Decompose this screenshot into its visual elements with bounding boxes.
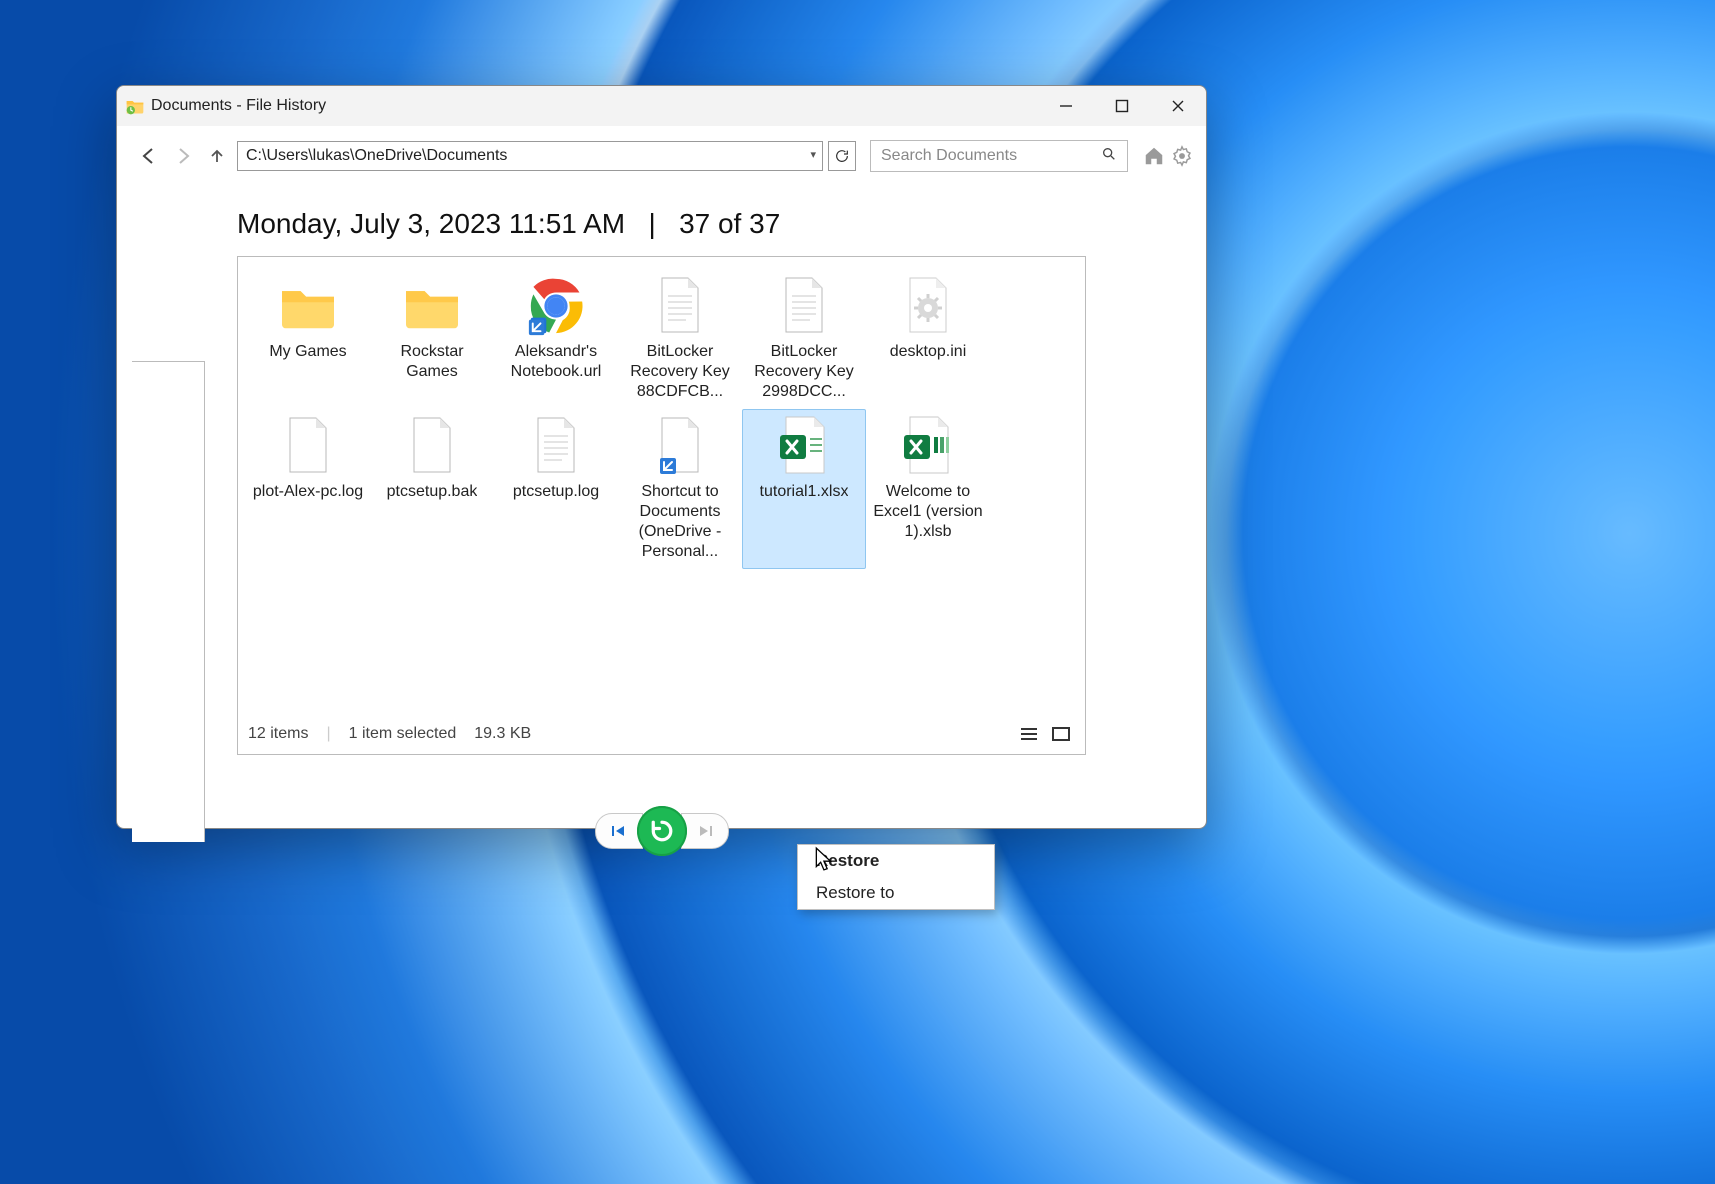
file-label: Welcome to Excel1 (version 1).xlsb bbox=[869, 482, 987, 542]
status-bar: 12 items | 1 item selected 19.3 KB bbox=[248, 722, 1075, 746]
file-item[interactable]: BitLocker Recovery Key 88CDFCB... bbox=[618, 269, 742, 409]
file-item[interactable]: Welcome to Excel1 (version 1).xlsb bbox=[866, 409, 990, 569]
file-icon bbox=[648, 274, 712, 338]
file-icon bbox=[400, 414, 464, 478]
file-label: desktop.ini bbox=[890, 342, 967, 362]
file-label: Shortcut to Documents (OneDrive - Person… bbox=[621, 482, 739, 562]
address-text: C:\Users\lukas\OneDrive\Documents bbox=[246, 147, 507, 165]
file-item[interactable]: BitLocker Recovery Key 2998DCC... bbox=[742, 269, 866, 409]
file-icon bbox=[524, 274, 588, 338]
refresh-button[interactable] bbox=[828, 141, 856, 171]
version-header: Monday, July 3, 2023 11:51 AM | 37 of 37 bbox=[117, 178, 1206, 256]
file-label: ptcsetup.bak bbox=[387, 482, 478, 502]
file-icon bbox=[772, 414, 836, 478]
file-icon bbox=[276, 274, 340, 338]
file-icon bbox=[400, 274, 464, 338]
details-view-button[interactable] bbox=[1015, 722, 1043, 746]
file-icon bbox=[896, 274, 960, 338]
address-bar[interactable]: C:\Users\lukas\OneDrive\Documents ▾ bbox=[237, 141, 823, 171]
navigation-toolbar: C:\Users\lukas\OneDrive\Documents ▾ Sear… bbox=[117, 126, 1206, 178]
menu-restore-to[interactable]: Restore to bbox=[798, 877, 994, 909]
file-history-window: Documents - File History C:\Users\lukas\… bbox=[116, 85, 1207, 829]
search-box[interactable]: Search Documents bbox=[870, 140, 1128, 172]
settings-icon[interactable] bbox=[1170, 144, 1194, 168]
file-item[interactable]: desktop.ini bbox=[866, 269, 990, 409]
titlebar[interactable]: Documents - File History bbox=[117, 86, 1206, 126]
file-item[interactable]: Aleksandr's Notebook.url bbox=[494, 269, 618, 409]
file-label: BitLocker Recovery Key 88CDFCB... bbox=[621, 342, 739, 402]
file-item[interactable]: tutorial1.xlsx bbox=[742, 409, 866, 569]
next-version-button[interactable] bbox=[681, 813, 729, 849]
window-title: Documents - File History bbox=[151, 97, 326, 115]
search-icon bbox=[1101, 146, 1117, 167]
left-panel-sliver bbox=[132, 361, 205, 842]
file-icon bbox=[648, 414, 712, 478]
search-placeholder: Search Documents bbox=[881, 147, 1017, 165]
folder-history-icon bbox=[125, 96, 145, 116]
version-date: Monday, July 3, 2023 11:51 AM bbox=[237, 208, 625, 239]
file-icon bbox=[896, 414, 960, 478]
file-label: plot-Alex-pc.log bbox=[253, 482, 363, 502]
file-label: BitLocker Recovery Key 2998DCC... bbox=[745, 342, 863, 402]
file-icon bbox=[524, 414, 588, 478]
restore-button[interactable] bbox=[637, 806, 687, 856]
icons-view-button[interactable] bbox=[1047, 722, 1075, 746]
forward-button[interactable] bbox=[169, 142, 197, 170]
file-label: Aleksandr's Notebook.url bbox=[497, 342, 615, 382]
home-icon[interactable] bbox=[1142, 144, 1166, 168]
file-icon bbox=[772, 274, 836, 338]
previous-version-button[interactable] bbox=[595, 813, 643, 849]
minimize-button[interactable] bbox=[1038, 86, 1094, 126]
item-count: 12 items bbox=[248, 725, 308, 743]
selection-size: 19.3 KB bbox=[474, 725, 531, 743]
file-item[interactable]: plot-Alex-pc.log bbox=[246, 409, 370, 569]
file-item[interactable]: Shortcut to Documents (OneDrive - Person… bbox=[618, 409, 742, 569]
file-label: ptcsetup.log bbox=[513, 482, 599, 502]
file-label: Rockstar Games bbox=[373, 342, 491, 382]
file-label: My Games bbox=[269, 342, 346, 362]
mouse-cursor-icon bbox=[814, 846, 836, 877]
file-label: tutorial1.xlsx bbox=[760, 482, 849, 502]
file-icon bbox=[276, 414, 340, 478]
file-item[interactable]: My Games bbox=[246, 269, 370, 409]
file-item[interactable]: ptcsetup.bak bbox=[370, 409, 494, 569]
history-controls bbox=[595, 806, 729, 856]
file-list[interactable]: My Games Rockstar GamesAleksandr's Notebo… bbox=[237, 256, 1086, 755]
up-button[interactable] bbox=[203, 142, 231, 170]
maximize-button[interactable] bbox=[1094, 86, 1150, 126]
version-counter: 37 of 37 bbox=[679, 208, 780, 239]
close-button[interactable] bbox=[1150, 86, 1206, 126]
file-item[interactable]: ptcsetup.log bbox=[494, 409, 618, 569]
address-dropdown-icon[interactable]: ▾ bbox=[810, 148, 816, 161]
back-button[interactable] bbox=[135, 142, 163, 170]
selection-count: 1 item selected bbox=[349, 725, 457, 743]
file-item[interactable]: Rockstar Games bbox=[370, 269, 494, 409]
